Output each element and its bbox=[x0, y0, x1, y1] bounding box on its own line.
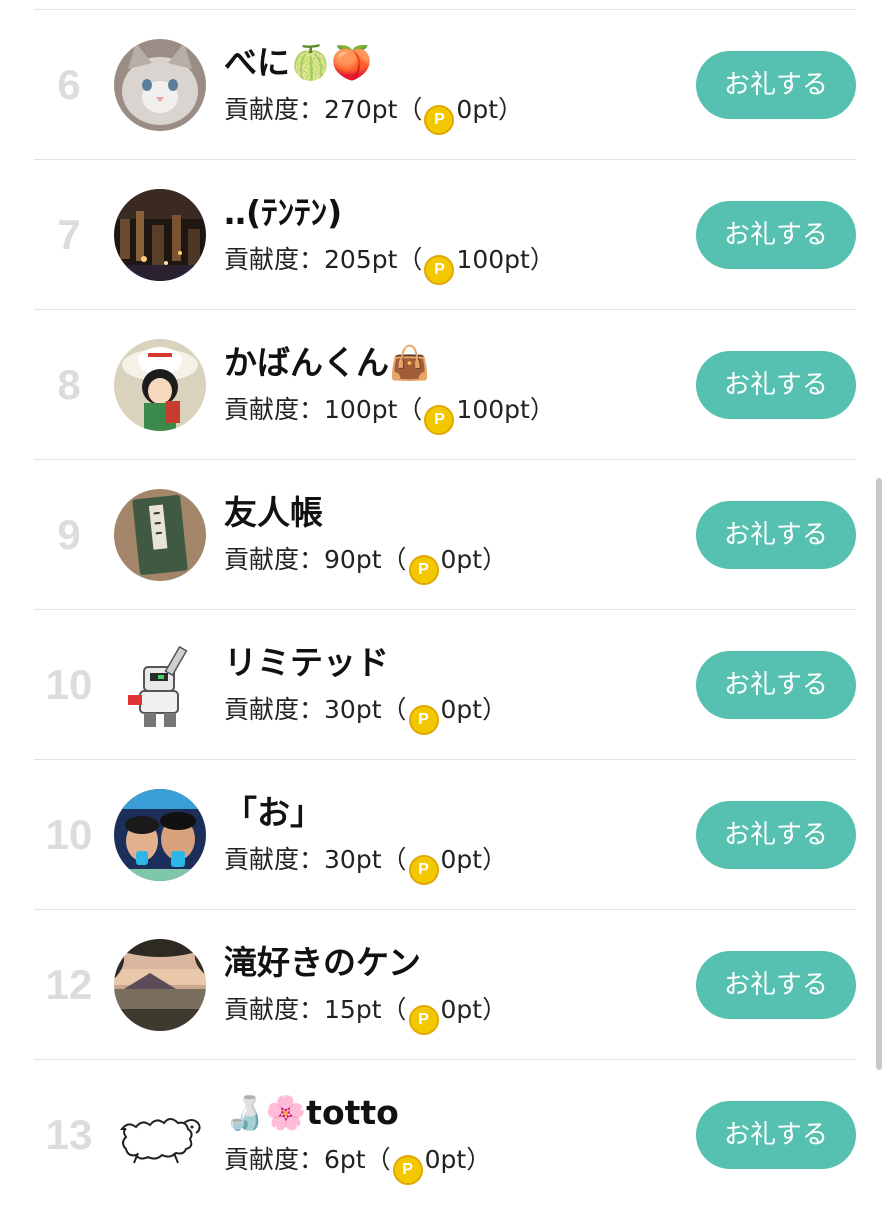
contribution-points: 90pt bbox=[324, 545, 382, 574]
contribution-points: 30pt bbox=[324, 845, 382, 874]
user-name: リミテッド bbox=[224, 643, 389, 682]
two-people-avatar[interactable] bbox=[114, 789, 206, 881]
contribution-label: 貢献度： bbox=[224, 695, 325, 724]
contribution-text: 貢献度：205pt（ P 100pt） bbox=[224, 240, 555, 285]
contribution-points: 205pt bbox=[324, 245, 398, 274]
cat-photo-avatar[interactable] bbox=[114, 39, 206, 131]
paren-open: （ bbox=[397, 395, 423, 424]
thanks-button[interactable]: お礼する bbox=[696, 651, 856, 719]
paren-close: ） bbox=[482, 845, 508, 874]
ranking-row: 10 「お」 貢献度：30pt（ P 0pt） お礼する bbox=[34, 760, 856, 910]
ranking-row: 9 友人帳 貢献度：90pt（ P 0pt） お礼する bbox=[34, 460, 856, 610]
paren-open: （ bbox=[381, 695, 407, 724]
thanks-button[interactable]: お礼する bbox=[696, 351, 856, 419]
rank-number: 8 bbox=[57, 361, 81, 408]
thanks-button[interactable]: お礼する bbox=[696, 951, 856, 1019]
point-coin-icon: P bbox=[392, 1155, 423, 1185]
thanks-button[interactable]: お礼する bbox=[696, 201, 856, 269]
robot-figure-avatar[interactable] bbox=[114, 639, 206, 731]
user-name: 🍶🌸totto bbox=[224, 1093, 399, 1132]
point-coin-icon: P bbox=[408, 705, 439, 735]
coin-points: 0pt bbox=[440, 695, 483, 724]
user-name: べに🍈🍑 bbox=[224, 43, 373, 82]
contribution-label: 貢献度： bbox=[224, 545, 325, 574]
paren-open: （ bbox=[381, 995, 407, 1024]
contribution-points: 6pt bbox=[324, 1145, 366, 1174]
point-coin-icon: P bbox=[408, 555, 439, 585]
thanks-button[interactable]: お礼する bbox=[696, 801, 856, 869]
coin-points: 100pt bbox=[456, 395, 530, 424]
ranking-row: 8 かばんくん👜 貢献度：100pt（ P 100pt） お礼する bbox=[34, 310, 856, 460]
point-coin-icon: P bbox=[424, 105, 455, 135]
contribution-label: 貢献度： bbox=[224, 95, 325, 124]
contribution-label: 貢献度： bbox=[224, 845, 325, 874]
ranking-row: 10 リミテッド 貢献度：30pt（ P 0pt） お礼する bbox=[34, 610, 856, 760]
ranking-row: 6 べに🍈🍑 貢献度：270pt（ P 0pt） お礼する bbox=[34, 10, 856, 160]
ranking-row: 7 ‥(ﾃﾝﾃﾝ) 貢献度：205pt（ P 100pt） お礼する bbox=[34, 160, 856, 310]
paren-open: （ bbox=[397, 245, 423, 274]
sunset-landscape-avatar[interactable] bbox=[114, 939, 206, 1031]
contribution-text: 貢献度：15pt（ P 0pt） bbox=[224, 990, 508, 1035]
paren-open: （ bbox=[397, 95, 423, 124]
user-name: 友人帳 bbox=[224, 493, 323, 532]
contribution-text: 貢献度：270pt（ P 0pt） bbox=[224, 90, 524, 135]
rank-number: 6 bbox=[57, 61, 81, 108]
ranking-row: 12 滝好きのケン 貢献度：15pt（ P 0pt） お礼する bbox=[34, 910, 856, 1060]
point-coin-icon: P bbox=[424, 405, 455, 435]
rank-number: 12 bbox=[45, 961, 93, 1008]
paren-open: （ bbox=[381, 545, 407, 574]
coin-points: 0pt bbox=[424, 1145, 467, 1174]
rank-number: 7 bbox=[57, 211, 81, 258]
contribution-points: 30pt bbox=[324, 695, 382, 724]
thanks-button[interactable]: お礼する bbox=[696, 1101, 856, 1169]
paren-close: ） bbox=[482, 695, 508, 724]
thanks-button[interactable]: お礼する bbox=[696, 51, 856, 119]
ranking-row: 13 🍶🌸totto 貢献度：6pt（ P 0pt） お礼する bbox=[34, 1060, 856, 1210]
paren-open: （ bbox=[381, 845, 407, 874]
contribution-points: 15pt bbox=[324, 995, 382, 1024]
contribution-label: 貢献度： bbox=[224, 395, 325, 424]
coin-points: 100pt bbox=[456, 245, 530, 274]
paren-close: ） bbox=[529, 245, 555, 274]
scrollbar[interactable] bbox=[876, 478, 882, 1070]
book-avatar[interactable] bbox=[114, 489, 206, 581]
rank-number: 10 bbox=[45, 811, 93, 858]
point-coin-icon: P bbox=[424, 255, 455, 285]
contribution-label: 貢献度： bbox=[224, 995, 325, 1024]
point-coin-icon: P bbox=[408, 855, 439, 885]
contribution-text: 貢献度：30pt（ P 0pt） bbox=[224, 690, 508, 735]
contribution-points: 100pt bbox=[324, 395, 398, 424]
contribution-text: 貢献度：30pt（ P 0pt） bbox=[224, 840, 508, 885]
ranking-list: 6 べに🍈🍑 貢献度：270pt（ P 0pt） お礼する 7 ‥(ﾃﾝﾃﾝ) … bbox=[0, 0, 890, 1200]
contribution-points: 270pt bbox=[324, 95, 398, 124]
sheep-sketch-avatar[interactable] bbox=[114, 1089, 206, 1181]
point-coin-icon: P bbox=[408, 1005, 439, 1035]
user-name: 滝好きのケン bbox=[224, 943, 422, 982]
contribution-text: 貢献度：90pt（ P 0pt） bbox=[224, 540, 508, 585]
night-city-avatar[interactable] bbox=[114, 189, 206, 281]
paren-close: ） bbox=[482, 545, 508, 574]
paren-close: ） bbox=[466, 1145, 492, 1174]
paren-close: ） bbox=[498, 95, 524, 124]
coin-points: 0pt bbox=[456, 95, 498, 124]
rank-number: 9 bbox=[57, 511, 81, 558]
contribution-label: 貢献度： bbox=[224, 1145, 325, 1174]
contribution-label: 貢献度： bbox=[224, 245, 325, 274]
contribution-text: 貢献度：6pt（ P 0pt） bbox=[224, 1140, 492, 1185]
rank-number: 10 bbox=[45, 661, 93, 708]
contribution-text: 貢献度：100pt（ P 100pt） bbox=[224, 390, 555, 435]
anime-character-avatar[interactable] bbox=[114, 339, 206, 431]
rank-number: 13 bbox=[45, 1111, 93, 1158]
thanks-button[interactable]: お礼する bbox=[696, 501, 856, 569]
paren-close: ） bbox=[529, 395, 555, 424]
coin-points: 0pt bbox=[440, 995, 483, 1024]
coin-points: 0pt bbox=[440, 845, 483, 874]
paren-close: ） bbox=[482, 995, 508, 1024]
paren-open: （ bbox=[365, 1145, 391, 1174]
user-name: 「お」 bbox=[224, 793, 323, 832]
user-name: かばんくん👜 bbox=[224, 343, 431, 382]
user-name: ‥(ﾃﾝﾃﾝ) bbox=[224, 193, 343, 232]
coin-points: 0pt bbox=[440, 545, 483, 574]
